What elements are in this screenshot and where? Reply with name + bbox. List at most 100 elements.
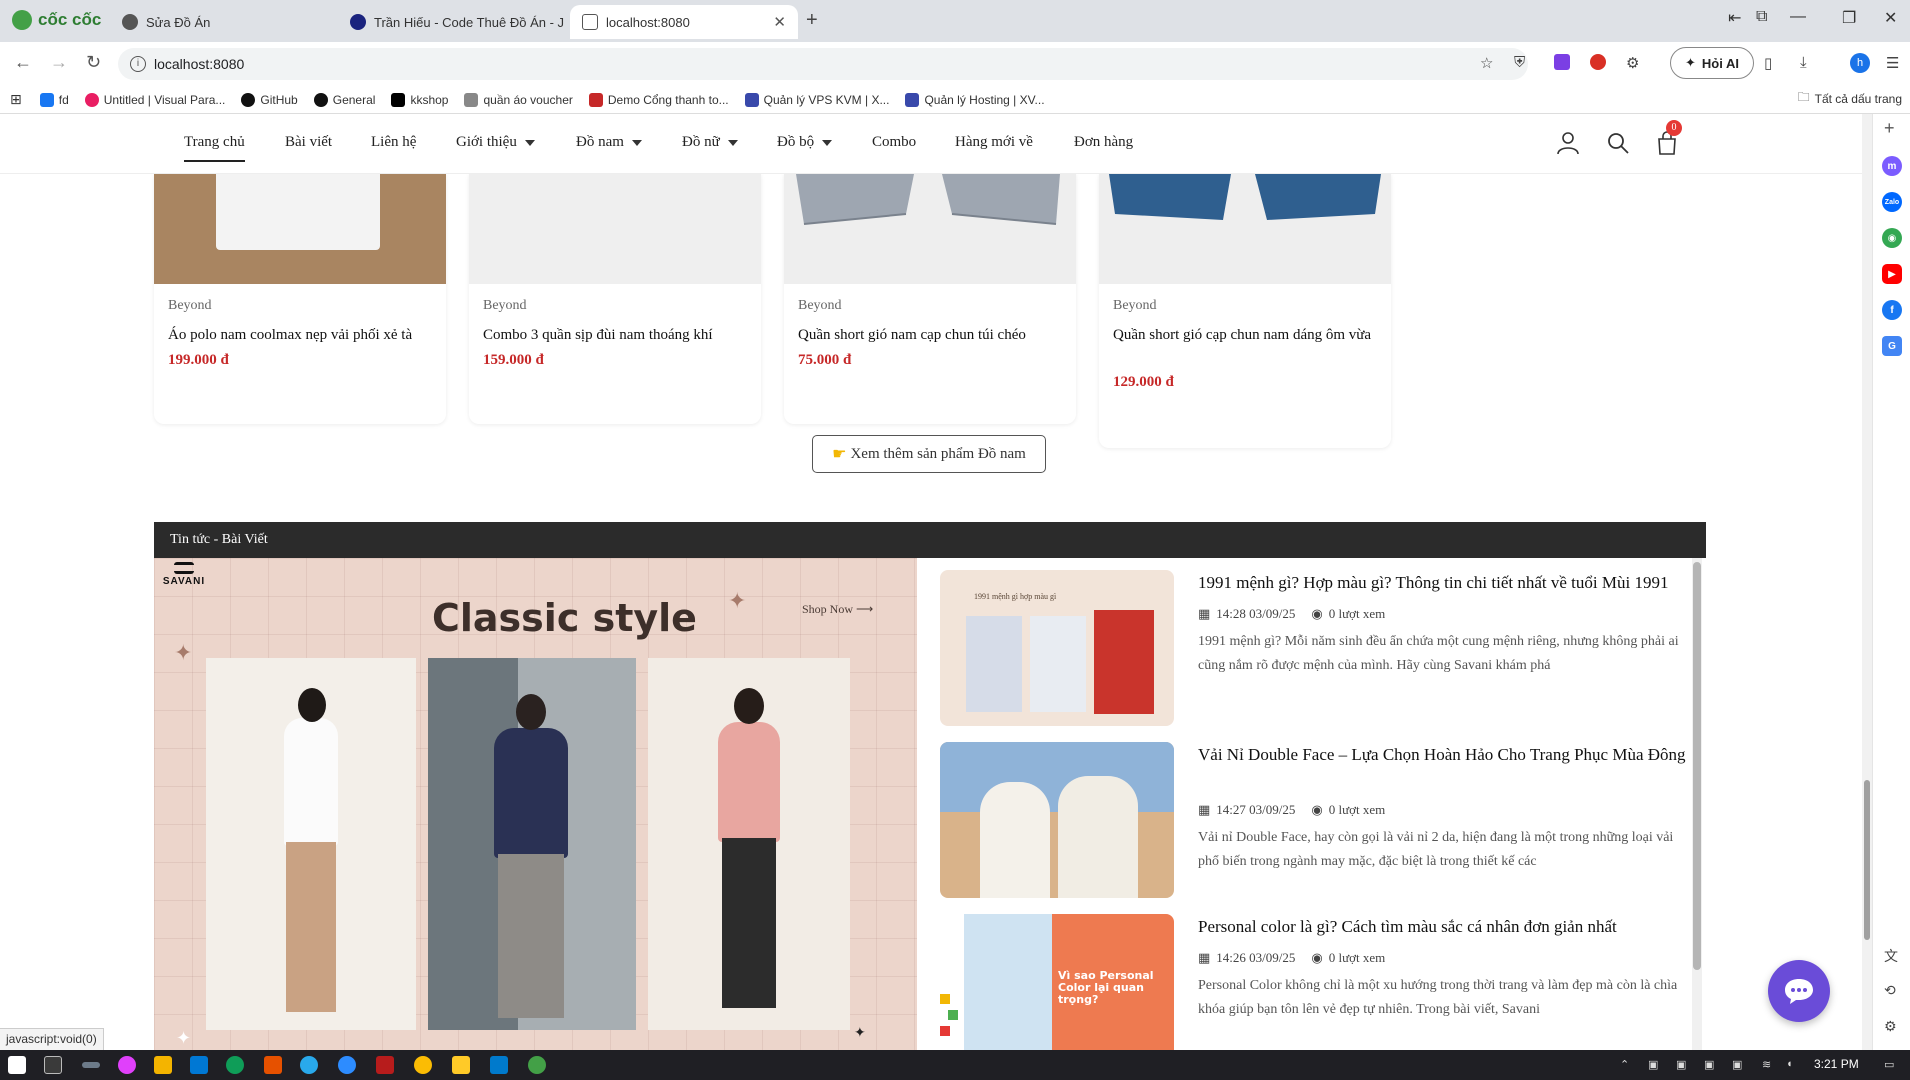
telegram-icon[interactable] (300, 1056, 318, 1074)
news-title[interactable]: 1991 mệnh gì? Hợp màu gì? Thông tin chi … (1198, 570, 1688, 596)
sidebar-toggle-icon[interactable]: ▯ (1764, 54, 1772, 72)
taskbar-clock[interactable]: 3:21 PM (1814, 1057, 1859, 1071)
news-banner[interactable]: SAVANI Classic style Shop Now ⟶ ✦ ✦ ✦ ✦ … (154, 558, 917, 1050)
tab-back-icon[interactable]: ⇤ (1728, 8, 1741, 28)
product-card[interactable]: Beyond Quần short gió cạp chun nam dáng … (1099, 174, 1391, 448)
news-item[interactable]: Vì sao Personal Color lại quan trọng? Pe… (940, 914, 1692, 1050)
news-title[interactable]: Personal color là gì? Cách tìm màu sắc c… (1198, 914, 1688, 940)
shield-icon[interactable]: ⛨ (1514, 54, 1525, 71)
news-thumbnail[interactable]: Vì sao Personal Color lại quan trọng? (940, 914, 1174, 1050)
nav-men[interactable]: Đồ nam (576, 134, 642, 151)
back-button[interactable]: ← (14, 52, 32, 73)
windows-start-icon[interactable] (8, 1056, 26, 1074)
shop-now-link[interactable]: Shop Now ⟶ (802, 602, 873, 617)
browser-tab-1[interactable]: Sửa Đồ Án (110, 5, 336, 39)
settings-gear-icon[interactable]: ⚙ (1884, 1018, 1897, 1035)
youtube-icon[interactable]: ▶ (1882, 264, 1902, 284)
product-image[interactable] (154, 174, 446, 284)
tray-app-icon[interactable]: ▣ (1732, 1058, 1742, 1071)
news-title[interactable]: Vải Nỉ Double Face – Lựa Chọn Hoàn Hảo C… (1198, 742, 1688, 768)
task-view-icon[interactable] (44, 1056, 62, 1074)
see-more-men-button[interactable]: ☛ Xem thêm sản phẩm Đồ nam (812, 435, 1046, 473)
site-info-icon[interactable]: i (130, 56, 146, 72)
edge-icon[interactable] (226, 1056, 244, 1074)
chat-button[interactable] (1768, 960, 1830, 1022)
address-input[interactable]: i localhost:8080 (118, 48, 1528, 80)
bookmark-item[interactable]: Demo Cổng thanh to... (588, 92, 729, 107)
screenshot-icon[interactable]: ⧉ (1756, 8, 1767, 26)
download-icon[interactable]: ⤓ (1800, 54, 1807, 71)
zalo-icon[interactable]: Zalo (1882, 192, 1902, 212)
translate-icon[interactable]: G (1882, 336, 1902, 356)
bookmark-item[interactable]: General (313, 92, 375, 107)
file-explorer-icon[interactable] (452, 1056, 470, 1074)
browser-tab-2[interactable]: Trần Hiếu - Code Thuê Đồ Án - J (338, 5, 568, 39)
product-name[interactable]: Combo 3 quần sịp đùi nam thoáng khí (483, 324, 751, 346)
zoom-icon[interactable] (338, 1056, 356, 1074)
wifi-icon[interactable]: ≋ (1762, 1058, 1771, 1071)
product-card[interactable]: Beyond Quần short gió nam cạp chun túi c… (784, 174, 1076, 424)
search-icon[interactable] (1605, 130, 1631, 156)
apps-grid-icon[interactable]: ⊞ (10, 91, 22, 108)
restore-button[interactable]: ❐ (1842, 8, 1856, 28)
browser-tab-3[interactable]: localhost:8080 ✕ (570, 5, 798, 39)
minimize-button[interactable]: — (1790, 8, 1806, 26)
news-thumbnail[interactable] (940, 742, 1174, 898)
bookmark-item[interactable]: quần áo voucher (464, 92, 573, 107)
product-image[interactable] (1099, 174, 1391, 284)
volume-icon[interactable]: ◖ (1786, 1058, 1793, 1070)
vscode-icon[interactable] (490, 1056, 508, 1074)
tray-app-icon[interactable]: ▣ (1704, 1058, 1714, 1071)
product-card[interactable]: Beyond Combo 3 quần sịp đùi nam thoáng k… (469, 174, 761, 424)
news-scrollbar-thumb[interactable] (1693, 562, 1701, 970)
bookmark-item[interactable]: Quản lý VPS KVM | X... (744, 92, 889, 107)
extension-v-icon[interactable] (1554, 54, 1570, 70)
product-card[interactable]: Beyond Áo polo nam coolmax nẹp vải phối … (154, 174, 446, 424)
close-window-button[interactable]: ✕ (1884, 8, 1897, 28)
forward-button[interactable]: → (50, 52, 68, 73)
nav-posts[interactable]: Bài viết (285, 134, 332, 151)
tray-chevron-icon[interactable]: ⌃ (1620, 1058, 1629, 1071)
tray-app-icon[interactable]: ▣ (1676, 1058, 1686, 1071)
bookmark-item[interactable]: GitHub (241, 92, 298, 107)
news-thumbnail[interactable]: 1991 mệnh gì hợp màu gì (940, 570, 1174, 726)
bookmark-item[interactable]: Quản lý Hosting | XV... (905, 92, 1045, 107)
new-tab-button[interactable]: + (806, 9, 818, 32)
notification-icon[interactable]: ▭ (1884, 1058, 1894, 1071)
nav-new-arrivals[interactable]: Hàng mới về (955, 134, 1033, 151)
nav-combo[interactable]: Combo (872, 134, 916, 151)
game-icon[interactable]: ◉ (1882, 228, 1902, 248)
store-icon[interactable] (154, 1056, 172, 1074)
messenger-icon[interactable]: m (1882, 156, 1902, 176)
bookmark-star-icon[interactable]: ☆ (1480, 54, 1493, 72)
browser-logo[interactable]: cốc cốc (12, 10, 101, 30)
product-image[interactable] (469, 174, 761, 284)
nav-women[interactable]: Đồ nữ (682, 134, 738, 151)
menu-icon[interactable]: ☰ (1886, 54, 1899, 72)
history-icon[interactable]: ⟲ (1884, 982, 1896, 999)
nav-sets[interactable]: Đồ bộ (777, 134, 833, 151)
sublime-icon[interactable] (264, 1056, 282, 1074)
product-name[interactable]: Quần short gió nam cạp chun túi chéo (798, 324, 1066, 346)
tray-app-icon[interactable]: ▣ (1648, 1058, 1658, 1071)
user-icon[interactable] (1555, 130, 1581, 156)
facebook-panel-icon[interactable]: f (1882, 300, 1902, 320)
nav-orders[interactable]: Đơn hàng (1074, 134, 1133, 151)
chrome-icon[interactable] (414, 1056, 432, 1074)
product-name[interactable]: Quần short gió cạp chun nam dáng ôm vừa (1113, 324, 1381, 346)
intellij-icon[interactable] (376, 1056, 394, 1074)
close-tab-icon[interactable]: ✕ (773, 13, 786, 31)
product-image[interactable] (784, 174, 1076, 284)
all-bookmarks-button[interactable]: 🗀 Tất cả dấu trang (1798, 88, 1902, 109)
ask-ai-button[interactable]: ✦ Hỏi AI (1670, 47, 1754, 79)
copilot-icon[interactable] (118, 1056, 136, 1074)
bookmark-item[interactable]: Untitled | Visual Para... (84, 92, 225, 107)
product-name[interactable]: Áo polo nam coolmax nẹp vải phối xẻ tà (168, 324, 436, 346)
news-item[interactable]: Vải Nỉ Double Face – Lựa Chọn Hoàn Hảo C… (940, 742, 1692, 902)
taskbar-app-icon[interactable] (82, 1062, 100, 1068)
nav-contact[interactable]: Liên hệ (371, 134, 416, 151)
bookmark-item[interactable]: fd (39, 92, 69, 107)
coccoc-taskbar-icon[interactable] (528, 1056, 546, 1074)
bookmark-item[interactable]: kkshop (391, 92, 448, 107)
extensions-puzzle-icon[interactable]: ⚙ (1626, 54, 1639, 72)
